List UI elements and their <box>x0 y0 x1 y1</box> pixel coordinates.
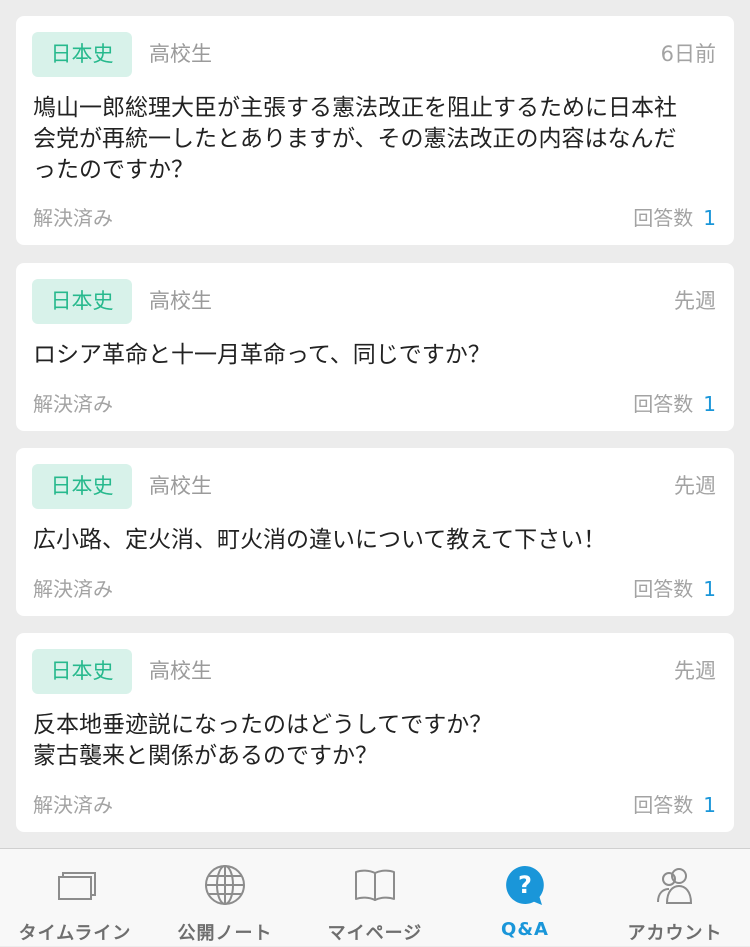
answer-count: 回答数 1 <box>633 792 716 818</box>
question-text[interactable]: 反本地垂迹説になったのはどうしてですか？ 蒙古襲来と関係があるのですか？ <box>33 710 717 772</box>
grade-label: 高校生 <box>149 42 212 66</box>
question-card[interactable]: 日本史 高校生 6日前 鳩山一郎総理大臣が主張する憲法改正を阻止するために日本社… <box>16 16 734 245</box>
status-label: 解決済み <box>33 392 113 416</box>
answer-count-value: 1 <box>703 577 716 601</box>
tab-label: 公開ノート <box>177 923 273 944</box>
tab-my-page[interactable]: マイページ <box>300 849 450 947</box>
book-icon <box>355 869 395 901</box>
svg-text:?: ? <box>518 871 532 899</box>
bottom-tab-bar: タイムライン 公開ノート マイページ ? Q&A アカウント <box>0 848 750 946</box>
tab-account[interactable]: アカウント <box>600 849 750 947</box>
status-label: 解決済み <box>33 793 113 817</box>
question-text[interactable]: 広小路、定火消、町火消の違いについて教えて下さい！ <box>33 525 717 556</box>
answer-count-label: 回答数 <box>633 793 694 817</box>
timeline-icon <box>58 872 96 900</box>
grade-label: 高校生 <box>149 289 212 313</box>
answer-count-value: 1 <box>703 206 716 230</box>
question-feed[interactable]: 日本史 高校生 6日前 鳩山一郎総理大臣が主張する憲法改正を阻止するために日本社… <box>0 0 750 848</box>
posted-time: 先週 <box>674 659 716 683</box>
account-icon <box>657 868 693 904</box>
posted-time: 6日前 <box>660 42 716 66</box>
answer-count-label: 回答数 <box>633 392 694 416</box>
grade-label: 高校生 <box>149 474 212 498</box>
answer-count-label: 回答数 <box>633 577 694 601</box>
question-card[interactable]: 日本史 高校生 先週 反本地垂迹説になったのはどうしてですか？ 蒙古襲来と関係が… <box>16 633 734 832</box>
subject-tag[interactable]: 日本史 <box>32 279 132 324</box>
question-text[interactable]: 鳩山一郎総理大臣が主張する憲法改正を阻止するために日本社 会党が再統一したとあり… <box>33 93 717 186</box>
answer-count-label: 回答数 <box>633 206 694 230</box>
question-bubble-icon: ? <box>506 866 544 905</box>
status-label: 解決済み <box>33 577 113 601</box>
status-label: 解決済み <box>33 206 113 230</box>
answer-count: 回答数 1 <box>633 391 716 417</box>
tab-label: マイページ <box>327 923 423 944</box>
globe-icon <box>205 865 245 905</box>
answer-count-value: 1 <box>703 793 716 817</box>
subject-tag[interactable]: 日本史 <box>32 464 132 509</box>
tab-label: タイムライン <box>18 923 132 944</box>
subject-tag[interactable]: 日本史 <box>32 649 132 694</box>
question-card[interactable]: 日本史 高校生 先週 ロシア革命と十一月革命って、同じですか？ 解決済み 回答数… <box>16 263 734 431</box>
posted-time: 先週 <box>674 474 716 498</box>
tab-label: Q&A <box>501 919 549 940</box>
posted-time: 先週 <box>674 289 716 313</box>
answer-count-value: 1 <box>703 392 716 416</box>
grade-label: 高校生 <box>149 659 212 683</box>
answer-count: 回答数 1 <box>633 576 716 602</box>
tab-timeline[interactable]: タイムライン <box>0 849 150 947</box>
tab-qa[interactable]: ? Q&A <box>450 849 600 947</box>
question-text[interactable]: ロシア革命と十一月革命って、同じですか？ <box>33 340 717 371</box>
answer-count: 回答数 1 <box>633 205 716 231</box>
tab-public-notes[interactable]: 公開ノート <box>150 849 300 947</box>
tab-label: アカウント <box>627 923 723 944</box>
subject-tag[interactable]: 日本史 <box>32 32 132 77</box>
question-card[interactable]: 日本史 高校生 先週 広小路、定火消、町火消の違いについて教えて下さい！ 解決済… <box>16 448 734 616</box>
